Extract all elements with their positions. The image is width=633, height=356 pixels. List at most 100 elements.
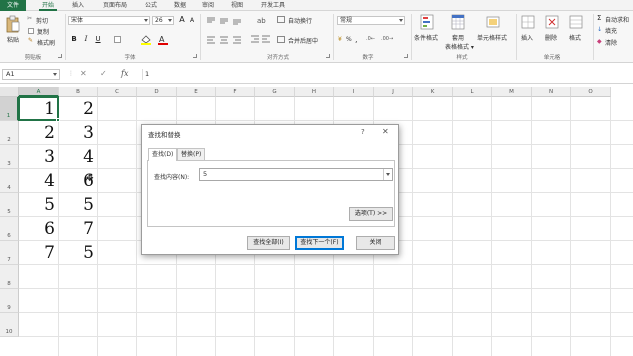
- cell-A2[interactable]: 2: [19, 122, 55, 144]
- horizontal-align-icons[interactable]: [206, 36, 246, 44]
- row-header[interactable]: 9: [0, 289, 19, 313]
- column-header[interactable]: C: [98, 87, 137, 97]
- row-header[interactable]: 8: [0, 265, 19, 289]
- row-header[interactable]: 4: [0, 169, 19, 193]
- currency-icon[interactable]: ¥: [338, 36, 342, 43]
- wrap-text-icon[interactable]: [277, 16, 285, 23]
- tab-developer[interactable]: 开发工具: [256, 0, 290, 11]
- find-all-button[interactable]: 查找全部(I): [247, 236, 290, 250]
- row-header[interactable]: 10: [0, 313, 19, 337]
- cell-B7[interactable]: 5: [59, 242, 94, 264]
- format-as-table-label[interactable]: 套用: [452, 33, 464, 42]
- column-header[interactable]: O: [571, 87, 611, 97]
- increase-decimal-icon[interactable]: .0←: [366, 36, 375, 42]
- fill-button[interactable]: 填充: [605, 26, 617, 35]
- tab-replace[interactable]: 替换(P): [177, 148, 206, 160]
- formula-input[interactable]: 1: [142, 69, 630, 80]
- fill-color-icon[interactable]: [140, 34, 152, 45]
- column-header[interactable]: M: [492, 87, 532, 97]
- column-header[interactable]: G: [255, 87, 295, 97]
- border-icon[interactable]: [114, 36, 121, 43]
- fill-icon[interactable]: ↓: [597, 26, 602, 33]
- decrease-decimal-icon[interactable]: .00→: [381, 36, 393, 42]
- column-header[interactable]: I: [334, 87, 374, 97]
- comma-button[interactable]: ,: [355, 35, 358, 44]
- cut-button[interactable]: 剪切: [36, 16, 48, 25]
- cancel-icon[interactable]: ✕: [80, 69, 87, 79]
- autosum-icon[interactable]: Σ: [597, 14, 601, 22]
- select-all-corner[interactable]: [0, 87, 19, 97]
- find-next-button[interactable]: 查找下一个(F): [295, 236, 344, 250]
- column-header[interactable]: K: [413, 87, 453, 97]
- tab-home[interactable]: 开始: [38, 0, 58, 11]
- indent-icons[interactable]: [250, 35, 272, 44]
- alignment-launcher[interactable]: [326, 54, 330, 58]
- format-painter-icon[interactable]: ✎: [28, 37, 33, 44]
- paste-label[interactable]: 粘贴: [7, 35, 19, 44]
- name-box[interactable]: A1: [2, 69, 60, 80]
- insert-cells-icon[interactable]: [521, 14, 535, 30]
- font-color-icon[interactable]: A: [158, 34, 168, 45]
- row-header[interactable]: 5: [0, 193, 19, 217]
- underline-button[interactable]: U: [94, 35, 102, 43]
- font-launcher[interactable]: [193, 54, 197, 58]
- number-launcher[interactable]: [404, 54, 408, 58]
- percent-button[interactable]: %: [346, 36, 352, 43]
- insert-cells-button[interactable]: 插入: [521, 33, 533, 42]
- cell-styles-icon[interactable]: [486, 14, 500, 30]
- chevron-down-icon[interactable]: [383, 169, 392, 180]
- column-header[interactable]: D: [137, 87, 177, 97]
- delete-cells-button[interactable]: 删除: [545, 33, 557, 42]
- cell-A4[interactable]: 4: [19, 170, 55, 192]
- column-header[interactable]: J: [374, 87, 413, 97]
- orientation-icon[interactable]: ab: [257, 15, 269, 24]
- merge-center-icon[interactable]: [277, 36, 285, 43]
- vertical-align-icons[interactable]: [206, 17, 246, 25]
- cell-B2[interactable]: 3: [59, 122, 94, 144]
- help-icon[interactable]: ?: [361, 128, 365, 136]
- autosum-button[interactable]: 自动求和: [605, 15, 629, 24]
- cell-A3[interactable]: 3: [19, 146, 55, 168]
- wrap-text-button[interactable]: 自动换行: [288, 16, 312, 25]
- tab-insert[interactable]: 插入: [68, 0, 88, 11]
- column-header[interactable]: F: [216, 87, 255, 97]
- clipboard-launcher[interactable]: [58, 54, 62, 58]
- number-format-select[interactable]: 常规: [337, 16, 405, 25]
- fill-handle[interactable]: [56, 118, 60, 122]
- clear-icon[interactable]: ◆: [597, 38, 602, 45]
- cell-B6[interactable]: 7: [59, 218, 94, 240]
- cell-A5[interactable]: 5: [19, 194, 55, 216]
- insert-function-icon[interactable]: fx: [121, 69, 128, 79]
- paste-icon[interactable]: [6, 15, 20, 33]
- copy-icon[interactable]: [28, 28, 34, 34]
- bold-button[interactable]: B: [70, 35, 78, 43]
- enter-icon[interactable]: ✓: [100, 69, 107, 79]
- column-header[interactable]: E: [177, 87, 216, 97]
- close-button[interactable]: 关闭: [356, 236, 395, 250]
- row-header[interactable]: 3: [0, 145, 19, 169]
- grow-font-button[interactable]: A: [178, 16, 186, 24]
- row-header[interactable]: 1: [0, 97, 19, 121]
- tab-view[interactable]: 视图: [227, 0, 247, 11]
- format-cells-icon[interactable]: [569, 14, 583, 30]
- cell-B5[interactable]: 5: [59, 194, 94, 216]
- conditional-format-icon[interactable]: [420, 14, 434, 30]
- cut-icon[interactable]: ✂: [27, 15, 32, 22]
- format-as-table-label-2[interactable]: 表格格式 ▾: [445, 42, 474, 51]
- options-button[interactable]: 选项(T) >>: [349, 207, 393, 221]
- cell-A6[interactable]: 6: [19, 218, 55, 240]
- format-painter-button[interactable]: 格式刷: [37, 38, 55, 47]
- column-header[interactable]: N: [532, 87, 571, 97]
- find-what-input[interactable]: 5: [199, 168, 393, 181]
- font-name-select[interactable]: 宋体: [68, 16, 150, 25]
- clear-button[interactable]: 清除: [605, 38, 617, 47]
- cell-styles-button[interactable]: 单元格样式: [477, 33, 507, 42]
- column-header[interactable]: B: [59, 87, 98, 97]
- tab-find[interactable]: 查找(D): [148, 148, 178, 161]
- tab-review[interactable]: 审阅: [198, 0, 218, 11]
- row-header[interactable]: 6: [0, 217, 19, 241]
- close-icon[interactable]: ✕: [382, 127, 389, 136]
- font-size-select[interactable]: 26: [152, 16, 174, 25]
- tab-formulas[interactable]: 公式: [141, 0, 161, 11]
- column-header[interactable]: L: [453, 87, 492, 97]
